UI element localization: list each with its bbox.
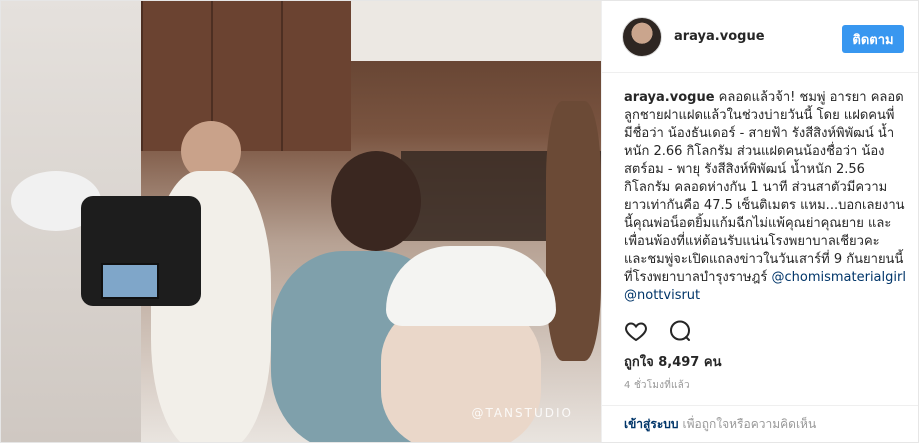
photo-cap (386, 246, 556, 326)
post-sidebar: araya.vogue ติดตาม araya.vogue คลอดแล้วจ… (601, 1, 918, 442)
likes-count[interactable]: ถูกใจ 8,497 คน (624, 351, 721, 372)
photo-window (351, 1, 601, 61)
post-container: @TANSTUDIO araya.vogue ติดตาม araya.vogu… (0, 0, 919, 443)
photo-watermark: @TANSTUDIO (471, 406, 573, 420)
heart-icon[interactable] (624, 319, 648, 347)
post-caption: araya.vogue คลอดแล้วจ้า! ชมพู่ อารยา คลอ… (602, 73, 918, 311)
follow-button[interactable]: ติดตาม (842, 25, 904, 53)
photo-panel (281, 1, 351, 151)
username-link[interactable]: araya.vogue (674, 29, 765, 44)
photo-person (331, 151, 421, 251)
post-header: araya.vogue ติดตาม (602, 1, 918, 73)
caption-text: คลอดแล้วจ้า! ชมพู่ อารยา คลอดลูกชายฝาแฝด… (624, 90, 905, 285)
avatar[interactable] (622, 16, 662, 57)
caption-username[interactable]: araya.vogue (624, 90, 715, 105)
login-link[interactable]: เข้าสู่ระบบ (624, 415, 679, 434)
login-prompt-text: เพื่อถูกใจหรือความคิดเห็น (682, 416, 817, 431)
photo-person (546, 101, 601, 361)
post-photo[interactable]: @TANSTUDIO (1, 1, 601, 442)
photo-camera-screen (101, 263, 159, 299)
post-footer: เข้าสู่ระบบ เพื่อถูกใจหรือความคิดเห็น (602, 405, 918, 442)
post-actions (624, 319, 692, 347)
post-time: 4 ชั่วโมงที่แล้ว (624, 380, 690, 391)
comment-icon[interactable] (668, 319, 692, 347)
